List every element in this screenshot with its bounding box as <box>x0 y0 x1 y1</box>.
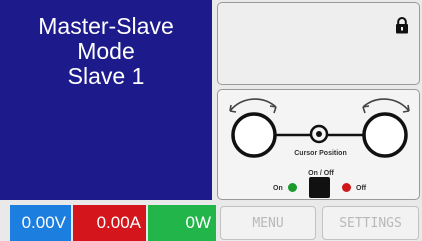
on-led-icon <box>288 183 297 192</box>
power-readout[interactable]: 0W <box>148 205 216 241</box>
settings-button[interactable]: SETTINGS <box>322 206 419 240</box>
knob-control-panel: Cursor Position On / Off On Off <box>217 89 420 200</box>
mode-title-line2: Mode <box>77 38 135 64</box>
on-label: On <box>273 185 283 192</box>
hmi-screen: Master-Slave Mode Slave 1 Cursor Positio… <box>0 0 422 241</box>
mode-title-line1: Master-Slave <box>38 13 174 39</box>
off-label: Off <box>356 185 367 192</box>
voltage-readout[interactable]: 0.00V <box>10 205 71 241</box>
mode-slave-label: Slave 1 <box>67 63 145 89</box>
current-readout[interactable]: 0.00A <box>73 205 146 241</box>
off-led-icon <box>342 183 351 192</box>
mode-panel: Master-Slave Mode Slave 1 <box>0 0 212 200</box>
status-bar: 0.00V 0.00A 0W MENU SETTINGS <box>0 205 422 241</box>
cursor-position-label: Cursor Position <box>294 150 347 157</box>
menu-button[interactable]: MENU <box>220 206 316 240</box>
power-button-icon <box>309 177 330 198</box>
on-off-label: On / Off <box>308 170 334 177</box>
left-knob-icon <box>231 112 277 158</box>
right-knob-icon <box>362 112 408 158</box>
mode-status: Master-Slave Mode Slave 1 <box>0 14 212 89</box>
lock-panel[interactable] <box>217 2 420 85</box>
lock-icon[interactable] <box>395 17 409 39</box>
